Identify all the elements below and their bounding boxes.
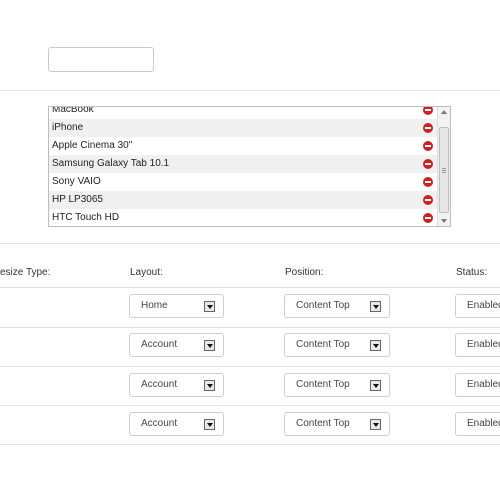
list-item[interactable]: iPhone <box>49 119 437 137</box>
product-name: Samsung Galaxy Tab 10.1 <box>52 158 170 169</box>
list-item[interactable]: Sony VAIO <box>49 173 437 191</box>
remove-icon[interactable] <box>423 213 433 223</box>
grip-icon <box>442 168 446 169</box>
layout-value: Account <box>141 339 178 350</box>
dropdown-arrow-icon[interactable] <box>370 380 381 391</box>
divider <box>0 444 500 445</box>
product-name: HTC Touch HD <box>52 212 120 223</box>
position-select[interactable]: Content Top <box>284 412 390 436</box>
product-name: Sony VAIO <box>52 176 101 187</box>
position-value: Content Top <box>296 418 350 429</box>
status-select[interactable]: Enabled <box>455 373 500 397</box>
layout-select[interactable]: Account <box>129 412 224 436</box>
product-name: HP LP3065 <box>52 194 103 205</box>
list-item[interactable]: Apple Cinema 30" <box>49 137 437 155</box>
status-select[interactable]: Enabled <box>455 333 500 357</box>
remove-icon[interactable] <box>423 141 433 151</box>
position-value: Content Top <box>296 339 350 350</box>
dropdown-arrow-icon[interactable] <box>370 301 381 312</box>
layout-value: Home <box>141 300 168 311</box>
position-value: Content Top <box>296 379 350 390</box>
remove-icon[interactable] <box>423 123 433 133</box>
header-position: Position: <box>285 267 324 278</box>
product-name: Apple Cinema 30" <box>52 140 133 151</box>
layout-select[interactable]: Account <box>129 373 224 397</box>
position-select[interactable]: Content Top <box>284 294 390 318</box>
remove-icon[interactable] <box>423 177 433 187</box>
dropdown-arrow-icon[interactable] <box>204 301 215 312</box>
remove-icon[interactable] <box>423 159 433 169</box>
divider <box>0 405 500 406</box>
list-item[interactable]: HP LP3065 <box>49 191 437 209</box>
divider <box>0 327 500 328</box>
dropdown-arrow-icon[interactable] <box>204 340 215 351</box>
divider <box>0 287 500 288</box>
layout-value: Account <box>141 418 178 429</box>
scroll-thumb[interactable] <box>439 127 449 213</box>
status-select[interactable]: Enabled <box>455 294 500 318</box>
product-listbox[interactable]: MacBook iPhone Apple Cinema 30" Samsung … <box>48 106 451 227</box>
remove-icon[interactable] <box>423 195 433 205</box>
scroll-down-arrow-icon[interactable] <box>441 219 447 223</box>
scroll-up-arrow-icon[interactable] <box>441 110 447 114</box>
product-name: iPhone <box>52 122 84 133</box>
header-status: Status: <box>456 267 488 278</box>
dropdown-arrow-icon[interactable] <box>204 380 215 391</box>
layout-select[interactable]: Home <box>129 294 224 318</box>
layout-select[interactable]: Account <box>129 333 224 357</box>
dropdown-arrow-icon[interactable] <box>204 419 215 430</box>
dropdown-arrow-icon[interactable] <box>370 419 381 430</box>
layout-value: Account <box>141 379 178 390</box>
list-item[interactable]: HTC Touch HD <box>49 209 437 226</box>
dropdown-arrow-icon[interactable] <box>370 340 381 351</box>
list-item[interactable]: MacBook <box>49 106 437 119</box>
header-layout: Layout: <box>130 267 163 278</box>
remove-icon[interactable] <box>423 107 433 115</box>
position-select[interactable]: Content Top <box>284 373 390 397</box>
status-select[interactable]: Enabled <box>455 412 500 436</box>
top-text-input[interactable] <box>48 47 154 72</box>
list-item[interactable]: Samsung Galaxy Tab 10.1 <box>49 155 437 173</box>
position-select[interactable]: Content Top <box>284 333 390 357</box>
divider <box>0 243 500 244</box>
divider <box>0 366 500 367</box>
header-resize-type: esize Type: <box>0 267 51 278</box>
divider <box>0 90 500 91</box>
position-value: Content Top <box>296 300 350 311</box>
product-name: MacBook <box>52 106 94 115</box>
list-scrollbar[interactable] <box>437 107 450 226</box>
